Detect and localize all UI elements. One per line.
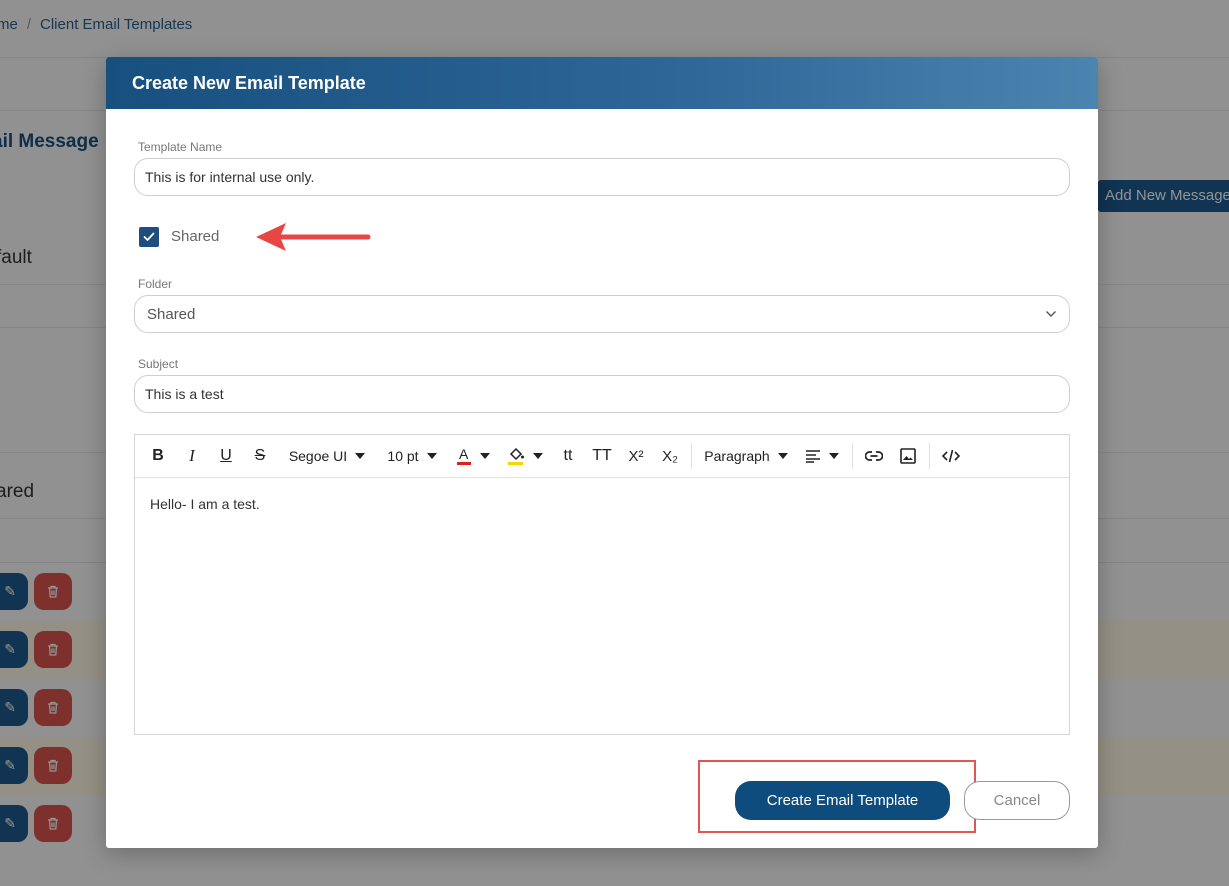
template-name-label: Template Name — [138, 140, 223, 154]
annotation-arrow-icon — [256, 223, 371, 251]
lowercase-icon[interactable]: tt — [551, 441, 585, 471]
code-view-icon[interactable] — [934, 441, 968, 471]
modal-title: Create New Email Template — [106, 57, 1098, 109]
shared-checkbox-label[interactable]: Shared — [171, 228, 219, 245]
create-template-modal: Create New Email Template Template Name … — [106, 57, 1098, 848]
caret-down-icon — [829, 453, 839, 459]
block-format-dropdown[interactable]: Paragraph — [696, 441, 796, 471]
caret-down-icon — [480, 453, 490, 459]
template-name-input[interactable] — [134, 158, 1070, 196]
cancel-button[interactable]: Cancel — [964, 781, 1070, 820]
caret-down-icon — [777, 453, 788, 459]
caret-down-icon — [533, 453, 543, 459]
image-icon[interactable] — [891, 441, 925, 471]
block-format-value: Paragraph — [704, 448, 770, 464]
toolbar-divider — [852, 443, 853, 469]
align-dropdown[interactable] — [796, 441, 848, 471]
svg-text:A: A — [459, 446, 469, 462]
paint-bucket-icon — [508, 447, 524, 465]
font-size-dropdown[interactable]: 10 pt — [377, 441, 447, 471]
bold-icon[interactable]: B — [141, 441, 175, 471]
caret-down-icon — [355, 453, 366, 459]
folder-selected-value: Shared — [147, 305, 196, 323]
folder-select[interactable]: Shared — [134, 295, 1070, 333]
font-color-icon: A — [457, 446, 471, 465]
shared-checkbox[interactable] — [139, 227, 159, 247]
caret-down-icon — [426, 453, 437, 459]
rich-text-editor: B I U S Segoe UI 10 pt A tt TT X² X₂ Par… — [134, 434, 1070, 735]
toolbar-divider — [691, 443, 692, 469]
font-size-value: 10 pt — [387, 448, 419, 464]
strikethrough-icon[interactable]: S — [243, 441, 277, 471]
font-family-dropdown[interactable]: Segoe UI — [277, 441, 377, 471]
create-email-template-button[interactable]: Create Email Template — [735, 781, 950, 820]
checkmark-icon — [143, 232, 155, 241]
align-left-icon — [806, 450, 820, 463]
folder-label: Folder — [138, 277, 173, 291]
font-color-dropdown[interactable]: A — [447, 441, 499, 471]
toolbar-divider — [929, 443, 930, 469]
font-family-value: Segoe UI — [288, 448, 348, 464]
subscript-icon[interactable]: X₂ — [653, 441, 687, 471]
italic-icon[interactable]: I — [175, 441, 209, 471]
link-icon[interactable] — [857, 441, 891, 471]
editor-toolbar: B I U S Segoe UI 10 pt A tt TT X² X₂ Par… — [135, 435, 1069, 478]
superscript-icon[interactable]: X² — [619, 441, 653, 471]
underline-icon[interactable]: U — [209, 441, 243, 471]
subject-input[interactable] — [134, 375, 1070, 413]
uppercase-icon[interactable]: TT — [585, 441, 619, 471]
editor-content[interactable]: Hello- I am a test. — [135, 478, 1069, 530]
chevron-down-icon — [1046, 311, 1056, 317]
highlight-color-dropdown[interactable] — [499, 441, 551, 471]
subject-label: Subject — [138, 357, 179, 371]
